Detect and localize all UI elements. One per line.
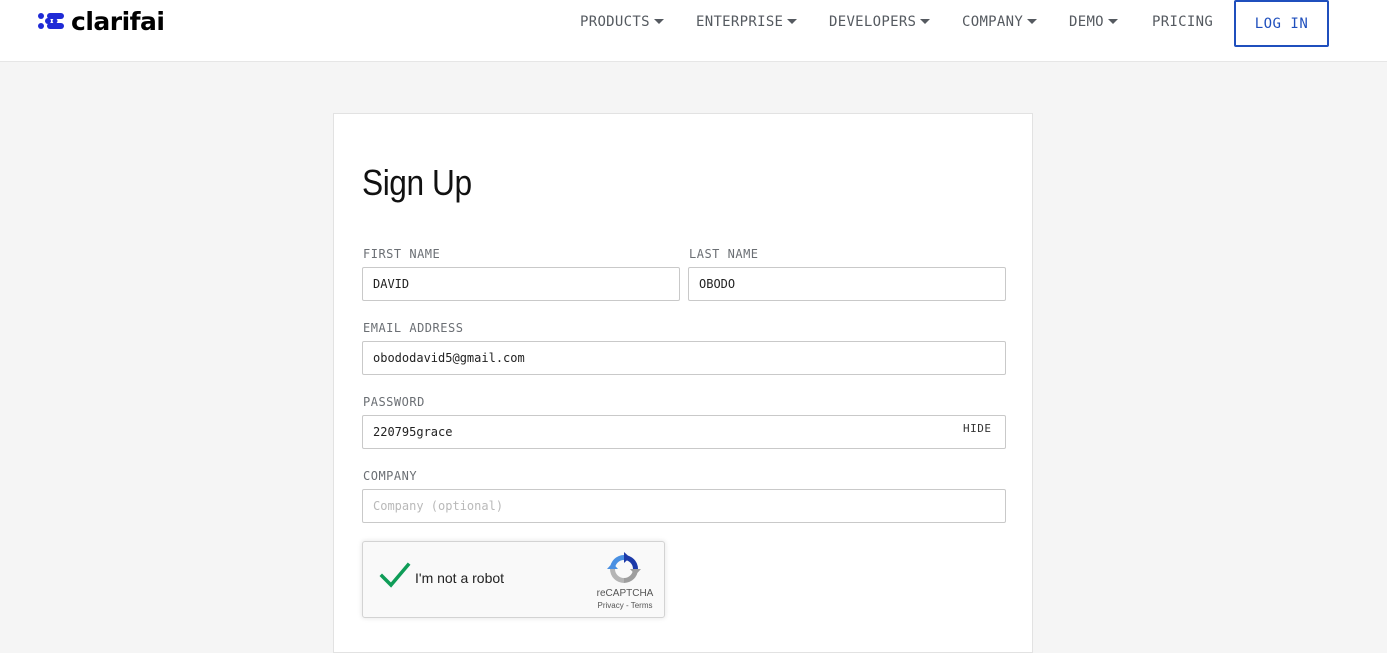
email-label: EMAIL ADDRESS	[363, 321, 464, 335]
nav-item-enterprise[interactable]: ENTERPRISE	[696, 14, 798, 30]
hide-password-button[interactable]: HIDE	[963, 422, 992, 435]
nav-item-label: ENTERPRISE	[696, 14, 784, 30]
nav-item-label: DEMO	[1069, 14, 1104, 30]
recaptcha-links: Privacy - Terms	[589, 601, 661, 610]
nav-item-developers[interactable]: DEVELOPERS	[829, 14, 931, 30]
nav-item-company[interactable]: COMPANY	[962, 14, 1038, 30]
caret-down-icon	[1107, 18, 1118, 24]
signup-card: Sign Up FIRST NAME LAST NAME EMAIL ADDRE…	[333, 113, 1033, 653]
caret-down-icon	[653, 18, 664, 24]
recaptcha-widget: I'm not a robot reCAPTCHA Privacy - Term…	[362, 541, 665, 618]
last-name-label: LAST NAME	[689, 247, 759, 261]
company-field[interactable]	[362, 489, 1006, 523]
terms-link[interactable]: Terms	[631, 601, 653, 610]
first-name-field[interactable]	[362, 267, 680, 301]
caret-down-icon	[920, 18, 931, 24]
first-name-label: FIRST NAME	[363, 247, 441, 261]
login-button[interactable]: LOG IN	[1234, 0, 1329, 47]
privacy-link[interactable]: Privacy	[598, 601, 624, 610]
company-label: COMPANY	[363, 469, 418, 483]
email-field[interactable]	[362, 341, 1006, 375]
nav-item-demo[interactable]: DEMO	[1069, 14, 1118, 30]
nav-item-label: DEVELOPERS	[829, 14, 917, 30]
nav-item-label: PRODUCTS	[580, 14, 650, 30]
nav-item-label: COMPANY	[962, 14, 1024, 30]
last-name-field[interactable]	[688, 267, 1006, 301]
recaptcha-brand: reCAPTCHA	[596, 588, 654, 599]
top-navigation-bar: clarifai PRODUCTS ENTERPRISE DEVELOPERS …	[0, 0, 1387, 62]
logo-wordmark: clarifai	[71, 6, 165, 36]
password-field[interactable]	[362, 415, 1006, 449]
checkmark-icon[interactable]	[379, 562, 411, 590]
clarifai-logo[interactable]: clarifai	[37, 4, 165, 38]
nav-item-pricing[interactable]: PRICING	[1152, 14, 1213, 30]
clarifai-logo-icon	[38, 13, 64, 29]
captcha-label: I'm not a robot	[415, 570, 505, 586]
nav-item-label: PRICING	[1152, 14, 1214, 30]
nav-item-products[interactable]: PRODUCTS	[580, 14, 664, 30]
password-label: PASSWORD	[363, 395, 425, 409]
recaptcha-logo-icon	[607, 552, 641, 583]
caret-down-icon	[1027, 18, 1038, 24]
link-separator: -	[623, 601, 631, 610]
page-title: Sign Up	[362, 162, 472, 203]
caret-down-icon	[787, 18, 798, 24]
